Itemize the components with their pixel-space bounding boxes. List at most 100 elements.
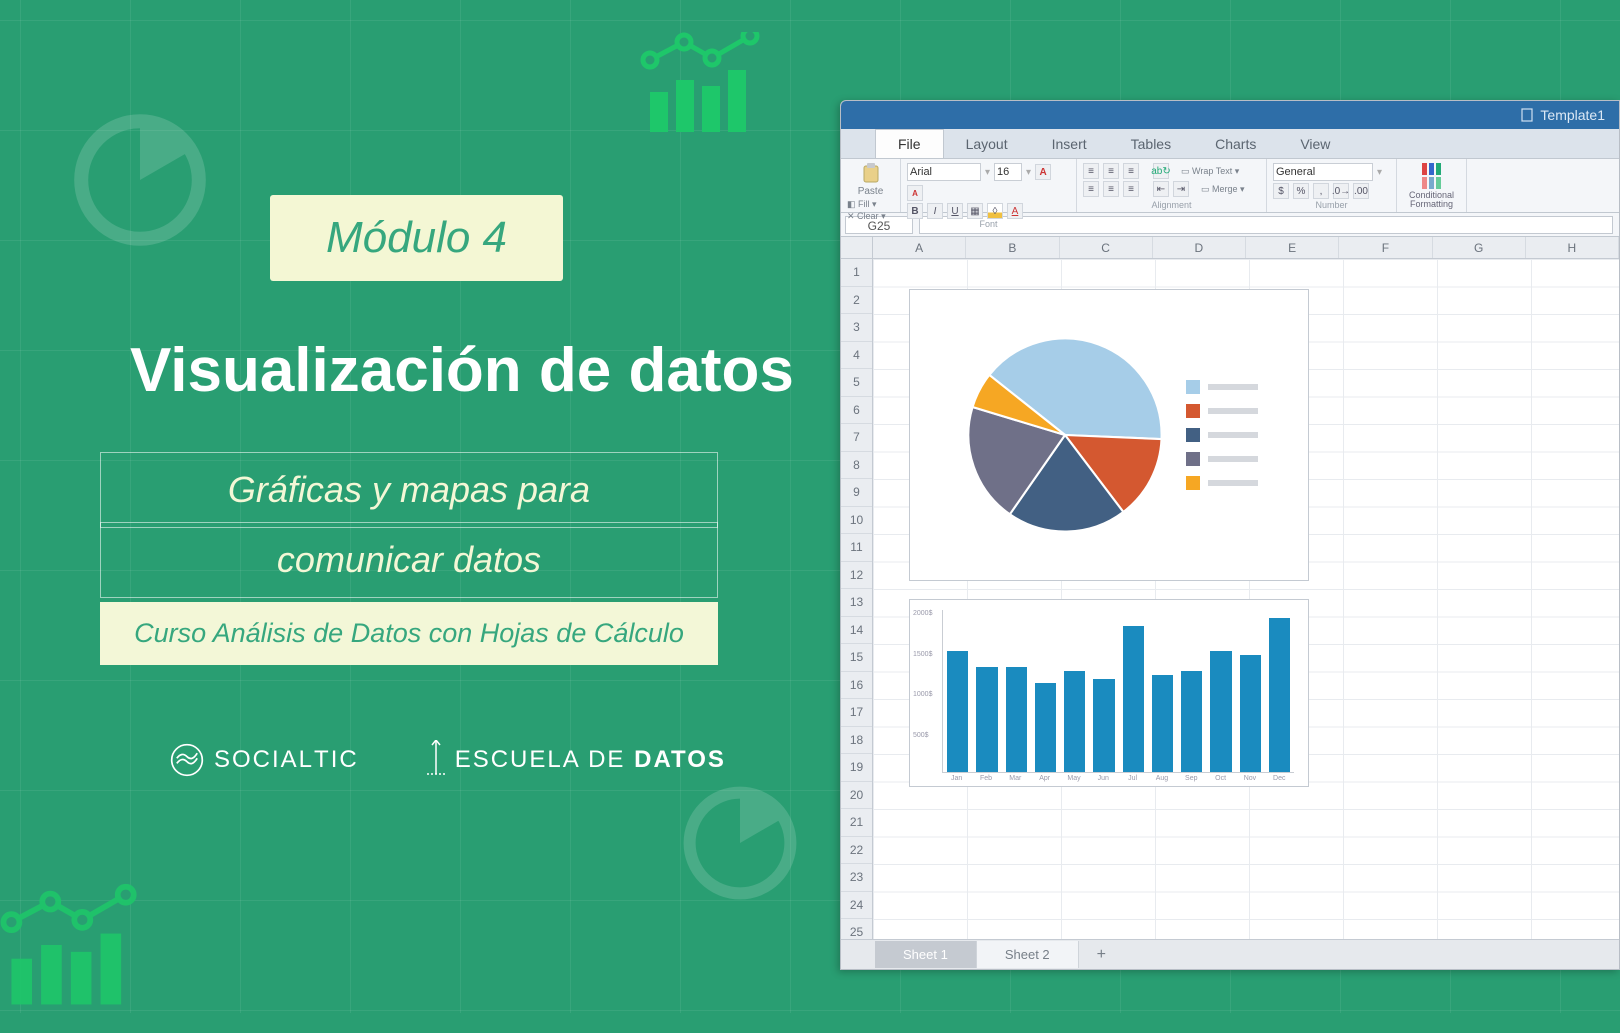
column-headers: A B C D E F G H <box>873 237 1619 259</box>
row-header[interactable]: 17 <box>841 699 872 727</box>
row-header[interactable]: 21 <box>841 809 872 837</box>
escuela-datos-logo: ESCUELA DE DATOS <box>427 740 726 780</box>
menu-tab-layout[interactable]: Layout <box>944 129 1030 158</box>
align-center-button[interactable]: ≡ <box>1103 181 1119 197</box>
row-header[interactable]: 19 <box>841 754 872 782</box>
font-grow-button[interactable]: A <box>1035 164 1051 180</box>
row-header[interactable]: 5 <box>841 369 872 397</box>
wrap-text-button[interactable]: ▭ Wrap Text ▾ <box>1181 166 1239 177</box>
row-header[interactable]: 9 <box>841 479 872 507</box>
indent-dec-button[interactable]: ⇤ <box>1153 181 1169 197</box>
conditional-formatting-button[interactable]: Conditional Formatting <box>1403 163 1460 209</box>
col-header[interactable]: G <box>1433 237 1526 258</box>
menu-tab-file[interactable]: File <box>875 129 944 158</box>
row-header[interactable]: 14 <box>841 617 872 645</box>
menu-tab-view[interactable]: View <box>1278 129 1352 158</box>
row-header[interactable]: 7 <box>841 424 872 452</box>
subtitle-line-1: Gráficas y mapas para <box>100 452 718 528</box>
spreadsheet-app-window: Template1 File Layout Insert Tables Char… <box>840 100 1620 970</box>
x-tick: Dec <box>1269 775 1290 782</box>
col-header[interactable]: A <box>873 237 966 258</box>
row-header[interactable]: 8 <box>841 452 872 480</box>
font-size-combo[interactable]: 16 <box>994 163 1022 181</box>
col-header[interactable]: D <box>1153 237 1246 258</box>
row-header[interactable]: 12 <box>841 562 872 590</box>
row-header[interactable]: 22 <box>841 837 872 865</box>
row-header[interactable]: 10 <box>841 507 872 535</box>
dec-decimal-button[interactable]: .00 <box>1353 183 1369 199</box>
x-tick: Sep <box>1181 775 1202 782</box>
bar-chart-object[interactable]: 2000$ 1500$ 1000$ 500$ JanFebMarAprMayJu… <box>909 599 1309 787</box>
ribbon-group-font: Font <box>907 219 1070 229</box>
row-header[interactable]: 20 <box>841 782 872 810</box>
spreadsheet-grid[interactable]: A B C D E F G H 123456789101112131415161… <box>841 237 1619 939</box>
row-header[interactable]: 11 <box>841 534 872 562</box>
axis-icon <box>427 740 445 780</box>
pie-outline-icon-right <box>680 783 800 903</box>
comma-button[interactable]: , <box>1313 183 1329 199</box>
font-name-combo[interactable]: Arial <box>907 163 981 181</box>
align-top-button[interactable]: ≡ <box>1083 163 1099 179</box>
menu-tab-insert[interactable]: Insert <box>1030 129 1109 158</box>
slide-title: Visualización de datos <box>130 335 794 406</box>
row-header[interactable]: 23 <box>841 864 872 892</box>
fill-color-button[interactable]: ◊ <box>987 203 1003 219</box>
menu-tab-row: File Layout Insert Tables Charts View <box>841 129 1619 159</box>
italic-button[interactable]: I <box>927 203 943 219</box>
col-header[interactable]: F <box>1339 237 1432 258</box>
row-header[interactable]: 24 <box>841 892 872 920</box>
merge-button[interactable]: ▭ Merge ▾ <box>1201 184 1245 195</box>
x-tick: Aug <box>1151 775 1172 782</box>
align-left-button[interactable]: ≡ <box>1083 181 1099 197</box>
orientation-button[interactable]: ab↻ <box>1153 163 1169 179</box>
add-sheet-button[interactable]: + <box>1079 940 1124 970</box>
cells-area[interactable]: 2000$ 1500$ 1000$ 500$ JanFebMarAprMayJu… <box>873 259 1619 939</box>
row-header[interactable]: 16 <box>841 672 872 700</box>
y-tick: 1500$ <box>913 651 932 658</box>
x-tick: Apr <box>1034 775 1055 782</box>
menu-tab-tables[interactable]: Tables <box>1109 129 1193 158</box>
col-header[interactable]: C <box>1060 237 1153 258</box>
x-tick: Oct <box>1210 775 1231 782</box>
row-header[interactable]: 4 <box>841 342 872 370</box>
font-shrink-button[interactable]: A <box>907 185 923 201</box>
col-header[interactable]: B <box>966 237 1059 258</box>
pie-legend <box>1186 380 1258 490</box>
row-header[interactable]: 25 <box>841 919 872 939</box>
x-tick: May <box>1063 775 1084 782</box>
bar <box>1006 667 1027 772</box>
row-header[interactable]: 18 <box>841 727 872 755</box>
row-header[interactable]: 6 <box>841 397 872 425</box>
row-header[interactable]: 1 <box>841 259 872 287</box>
underline-button[interactable]: U <box>947 203 963 219</box>
inc-decimal-button[interactable]: .0→ <box>1333 183 1349 199</box>
bar-plot-area: 2000$ 1500$ 1000$ 500$ <box>942 610 1294 773</box>
bar <box>1035 683 1056 772</box>
sheet-tab-2[interactable]: Sheet 2 <box>977 941 1079 968</box>
sheet-tab-1[interactable]: Sheet 1 <box>875 941 977 968</box>
align-bottom-button[interactable]: ≡ <box>1123 163 1139 179</box>
clear-button[interactable]: ✕ Clear ▾ <box>847 211 894 222</box>
paste-icon[interactable] <box>861 163 881 185</box>
col-header[interactable]: H <box>1526 237 1619 258</box>
number-format-combo[interactable]: General <box>1273 163 1373 181</box>
percent-button[interactable]: % <box>1293 183 1309 199</box>
y-tick: 500$ <box>913 732 929 739</box>
border-button[interactable]: ▦ <box>967 203 983 219</box>
indent-inc-button[interactable]: ⇥ <box>1173 181 1189 197</box>
font-color-button[interactable]: A <box>1007 203 1023 219</box>
align-middle-button[interactable]: ≡ <box>1103 163 1119 179</box>
fill-button[interactable]: ◧ Fill ▾ <box>847 199 894 210</box>
select-all-corner[interactable] <box>841 237 873 259</box>
row-header[interactable]: 3 <box>841 314 872 342</box>
bold-button[interactable]: B <box>907 203 923 219</box>
align-right-button[interactable]: ≡ <box>1123 181 1139 197</box>
menu-tab-charts[interactable]: Charts <box>1193 129 1278 158</box>
row-header[interactable]: 15 <box>841 644 872 672</box>
col-header[interactable]: E <box>1246 237 1339 258</box>
currency-button[interactable]: $ <box>1273 183 1289 199</box>
row-header[interactable]: 2 <box>841 287 872 315</box>
row-header[interactable]: 13 <box>841 589 872 617</box>
pie-chart-object[interactable] <box>909 289 1309 581</box>
x-tick: Jun <box>1093 775 1114 782</box>
